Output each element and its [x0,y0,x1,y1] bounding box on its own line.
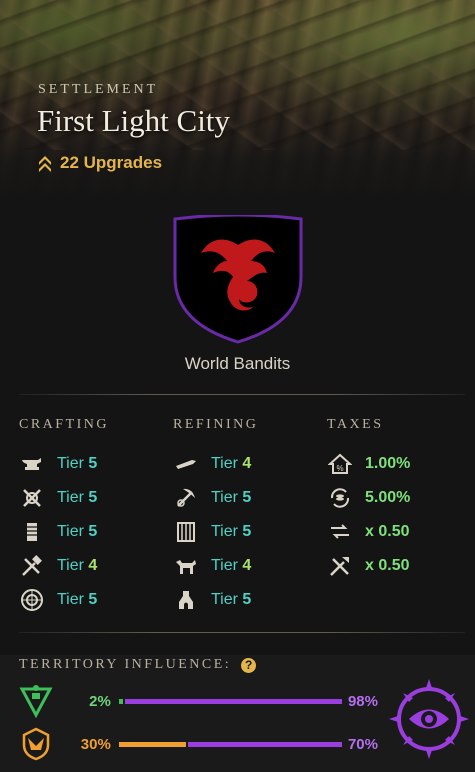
company-shield[interactable] [171,213,305,345]
influence-right-pct: 70% [347,735,378,753]
refining-row[interactable]: Tier 5 [173,583,258,617]
upgrades-count: 22 Upgrades [38,153,162,173]
crafting-row[interactable]: Tier 5 [19,583,109,617]
coin-cycle-icon [327,485,353,511]
influence-bar-right [125,698,342,704]
tier-word: Tier [211,557,238,574]
crafting-title: CRAFTING [19,417,110,432]
settlement-title: First Light City [37,103,230,138]
influence-right-pct: 98% [347,692,378,710]
smelter-icon [173,587,199,613]
influence-left-pct: 30% [80,735,111,753]
tier-number: 4 [88,557,98,574]
influence-left-pct: 2% [89,692,111,710]
tier-word: Tier [57,523,84,540]
refining-row[interactable]: Tier 4 [173,447,258,481]
influence-row: 30% 70% [18,727,378,761]
crafting-row[interactable]: Tier 4 [19,549,109,583]
tax-value: x 0.50 [365,557,410,574]
woodshop-icon [173,519,199,545]
tier-word: Tier [57,455,84,472]
tier-word: Tier [211,489,238,506]
taxes-column: TAXES % 1.00% 5.00% x 0.50 x 0.50 [327,417,410,583]
help-icon[interactable]: ? [241,657,257,673]
influence-row: 2% 98% [18,684,378,718]
tier-word: Tier [211,591,238,608]
loom-icon [19,519,45,545]
influence-label: TERRITORY INFLUENCE: [19,657,232,672]
tier-number: 5 [88,591,98,608]
house-tax-icon: % [327,451,353,477]
arcane-circle-icon [19,587,45,613]
divider-top [19,394,465,395]
anvil-icon [19,451,45,477]
crafting-row[interactable]: Tier 5 [19,515,109,549]
tax-row[interactable]: 5.00% [327,481,410,515]
refining-row[interactable]: Tier 5 [173,515,258,549]
tier-number: 5 [88,489,98,506]
tannery-icon [173,553,199,579]
divider-bottom [19,632,465,633]
covenant-eye-icon[interactable] [389,676,469,762]
crafting-row[interactable]: Tier 5 [19,447,109,481]
refining-title: REFINING [173,417,259,432]
tax-value: 1.00% [365,455,411,472]
influence-bar [118,698,342,704]
svg-text:%: % [336,464,343,473]
tier-number: 4 [242,455,252,472]
tier-word: Tier [211,455,238,472]
crafting-fee-icon [327,553,353,579]
crafting-column: CRAFTING Tier 5 Tier 5 Tier 5 Tier 4 Tie… [19,417,109,617]
hammer-saw-icon [19,553,45,579]
settlement-eyebrow: SETTLEMENT [38,82,159,97]
marauders-icon [18,726,54,762]
crafting-row[interactable]: Tier 5 [19,481,109,515]
trade-arrows-icon [327,519,353,545]
tier-word: Tier [57,557,84,574]
tier-word: Tier [57,489,84,506]
influence-bar-right [187,741,342,747]
taxes-title: TAXES [327,417,384,432]
tax-row[interactable]: x 0.50 [327,549,410,583]
tier-number: 4 [242,557,252,574]
refining-row[interactable]: Tier 4 [173,549,258,583]
company-name[interactable]: World Bandits [0,354,475,374]
influence-bar [118,741,342,747]
tax-row[interactable]: x 0.50 [327,515,410,549]
tax-value: x 0.50 [365,523,410,540]
tax-value: 5.00% [365,489,411,506]
tier-word: Tier [211,523,238,540]
syndicate-icon [18,683,54,719]
tier-number: 5 [242,591,252,608]
influence-title: TERRITORY INFLUENCE: ? [19,657,257,673]
tier-number: 5 [242,523,252,540]
refining-column: REFINING Tier 4 Tier 5 Tier 5 Tier 4 Tie… [173,417,258,617]
tier-word: Tier [57,591,84,608]
influence-bar-left [118,741,186,747]
pickaxe-icon [173,485,199,511]
tier-number: 5 [242,489,252,506]
upgrades-label: 22 Upgrades [60,153,163,172]
tax-row[interactable]: % 1.00% [327,447,410,481]
blade-icon [173,451,199,477]
influence-bar-left [118,698,124,704]
refining-row[interactable]: Tier 5 [173,481,258,515]
tier-number: 5 [88,523,98,540]
tier-number: 5 [88,455,98,472]
crossed-tools-icon [19,485,45,511]
chevron-rank-icon [39,156,51,172]
